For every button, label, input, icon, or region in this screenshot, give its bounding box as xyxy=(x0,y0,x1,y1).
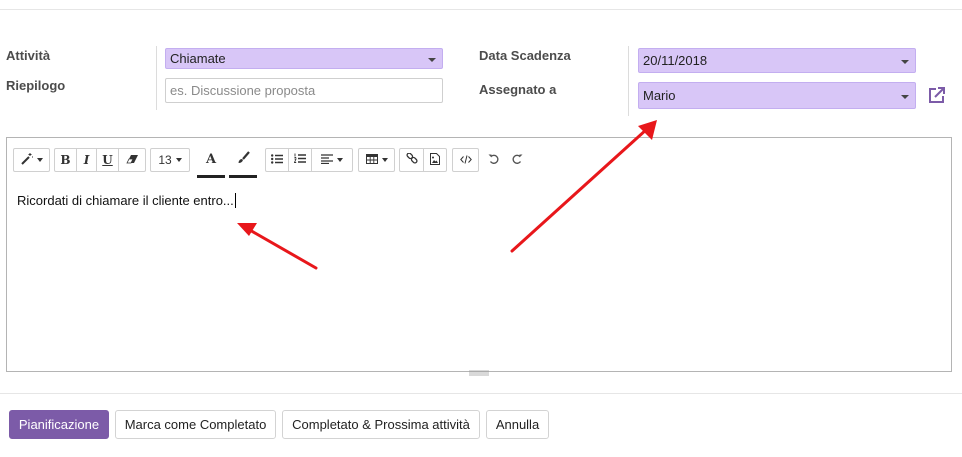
arrow-to-editor xyxy=(237,223,318,270)
arrow-to-assignee xyxy=(510,120,657,253)
annotation-arrows xyxy=(237,120,657,270)
